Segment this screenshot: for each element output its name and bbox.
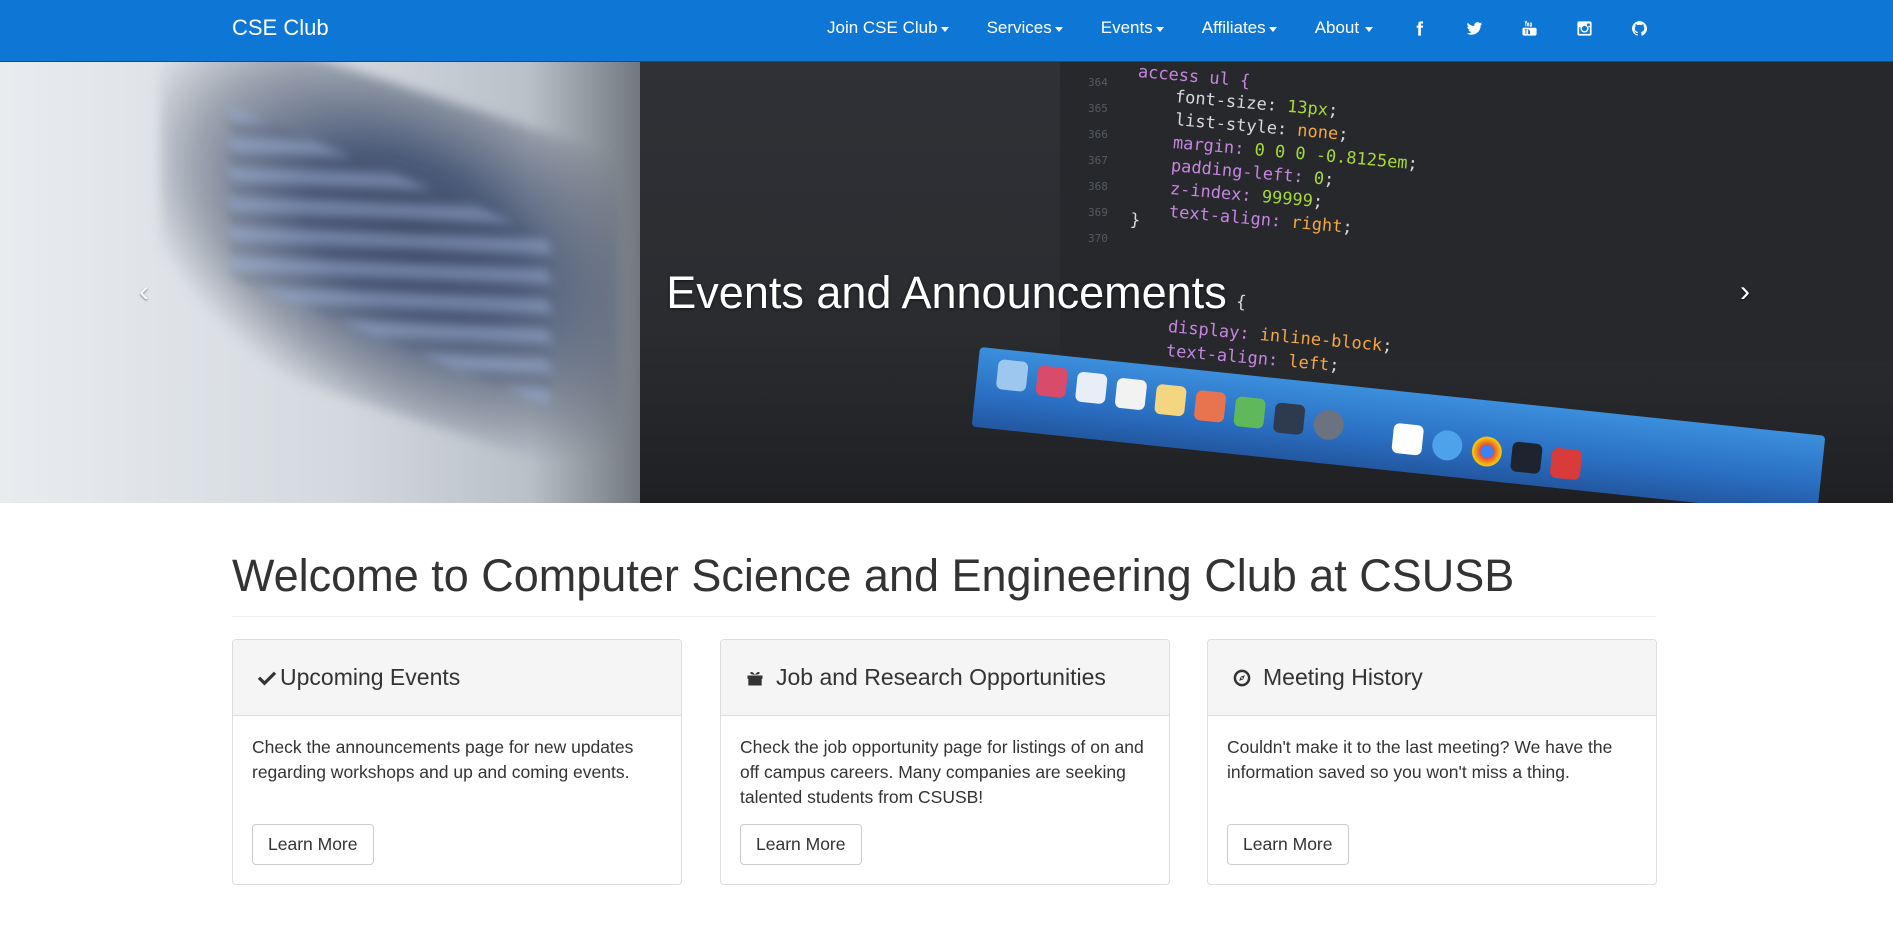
panel-text: Couldn't make it to the last meeting? We… bbox=[1227, 737, 1613, 782]
nav-join-dropdown[interactable]: Join CSE Club bbox=[808, 0, 968, 56]
carousel-prev-button[interactable]: ‹ bbox=[124, 267, 164, 317]
dock-app-icon bbox=[1193, 389, 1227, 423]
nav-affiliates-dropdown[interactable]: Affiliates bbox=[1183, 0, 1296, 56]
panel-body: Check the job opportunity page for listi… bbox=[721, 716, 1169, 884]
navbar: CSE Club Join CSE Club Services Events A… bbox=[0, 0, 1893, 62]
page-title: Welcome to Computer Science and Engineer… bbox=[232, 550, 1515, 601]
line-number: 370 bbox=[1088, 232, 1108, 245]
dock-app-icon bbox=[995, 359, 1029, 393]
dock-app-icon bbox=[1153, 383, 1187, 417]
nav-services-label: Services bbox=[986, 18, 1052, 37]
panel-title: Upcoming Events bbox=[280, 664, 461, 690]
dock-app-icon bbox=[1549, 447, 1583, 481]
line-number: 369 bbox=[1088, 206, 1108, 219]
nav-events-label: Events bbox=[1100, 18, 1153, 37]
dock-app-icon bbox=[1114, 377, 1148, 411]
hero-caption: Events and Announcements bbox=[666, 267, 1227, 318]
twitter-icon[interactable] bbox=[1447, 0, 1502, 56]
dock-app-icon bbox=[1509, 441, 1543, 475]
caret-down-icon bbox=[1054, 26, 1063, 32]
social-links bbox=[1392, 0, 1667, 56]
code-line: text-align: right; bbox=[1168, 202, 1354, 239]
code-line: } bbox=[1129, 210, 1142, 231]
line-number: 364 bbox=[1088, 76, 1108, 89]
learn-more-button[interactable]: Learn More bbox=[252, 824, 374, 865]
nav-join-label: Join CSE Club bbox=[827, 18, 938, 37]
gift-icon bbox=[744, 667, 766, 689]
panel-job-opportunities: Job and Research Opportunities Check the… bbox=[720, 639, 1170, 885]
panel-heading: Job and Research Opportunities bbox=[721, 640, 1169, 716]
panel-body: Couldn't make it to the last meeting? We… bbox=[1208, 716, 1656, 884]
panel-heading: Upcoming Events bbox=[233, 640, 681, 716]
caret-down-icon bbox=[1155, 26, 1164, 32]
dock-app-icon bbox=[1272, 402, 1306, 436]
caret-down-icon bbox=[1268, 26, 1277, 32]
dock-app-icon bbox=[1233, 396, 1267, 430]
nav-affiliates-label: Affiliates bbox=[1201, 18, 1266, 37]
panel-heading: Meeting History bbox=[1208, 640, 1656, 716]
nav-menu: Join CSE Club Services Events Affiliates… bbox=[808, 0, 1667, 56]
dock-app-icon bbox=[1074, 371, 1108, 405]
dock-app-icon bbox=[1035, 365, 1069, 399]
panel-text: Check the job opportunity page for listi… bbox=[740, 737, 1144, 807]
panel-upcoming-events: Upcoming Events Check the announcements … bbox=[232, 639, 682, 885]
facebook-icon[interactable] bbox=[1392, 0, 1447, 56]
panel-body: Check the announcements page for new upd… bbox=[233, 716, 681, 884]
nav-about-dropdown[interactable]: About bbox=[1296, 0, 1392, 56]
caret-down-icon bbox=[940, 26, 949, 32]
youtube-icon[interactable] bbox=[1502, 0, 1557, 56]
dock-app-icon bbox=[1470, 435, 1504, 469]
panel-text: Check the announcements page for new upd… bbox=[252, 737, 634, 782]
nav-services-dropdown[interactable]: Services bbox=[968, 0, 1082, 56]
line-number: 366 bbox=[1088, 128, 1108, 141]
hero-carousel: 364 365 366 367 368 369 370 access ul { … bbox=[0, 62, 1893, 503]
learn-more-button[interactable]: Learn More bbox=[740, 824, 862, 865]
page-header: Welcome to Computer Science and Engineer… bbox=[232, 548, 1656, 617]
panel-meeting-history: Meeting History Couldn't make it to the … bbox=[1207, 639, 1657, 885]
line-number: 365 bbox=[1088, 102, 1108, 115]
dock-app-icon bbox=[1430, 428, 1464, 462]
code-line: access ul { bbox=[1137, 62, 1252, 92]
panel-title: Meeting History bbox=[1263, 664, 1423, 690]
dock-app-icon bbox=[1312, 408, 1346, 442]
line-number: 368 bbox=[1088, 180, 1108, 193]
caret-down-icon bbox=[1365, 26, 1374, 32]
learn-more-button[interactable]: Learn More bbox=[1227, 824, 1349, 865]
check-icon bbox=[256, 667, 278, 689]
panel-title: Job and Research Opportunities bbox=[776, 664, 1106, 690]
instagram-icon[interactable] bbox=[1557, 0, 1612, 56]
brand-link[interactable]: CSE Club bbox=[232, 0, 329, 56]
github-icon[interactable] bbox=[1612, 0, 1667, 56]
nav-events-dropdown[interactable]: Events bbox=[1082, 0, 1183, 56]
line-number: 367 bbox=[1088, 154, 1108, 167]
nav-about-label: About bbox=[1314, 18, 1360, 37]
dock-app-icon bbox=[1391, 422, 1425, 456]
compass-icon bbox=[1231, 667, 1253, 689]
carousel-next-button[interactable]: › bbox=[1725, 267, 1765, 317]
